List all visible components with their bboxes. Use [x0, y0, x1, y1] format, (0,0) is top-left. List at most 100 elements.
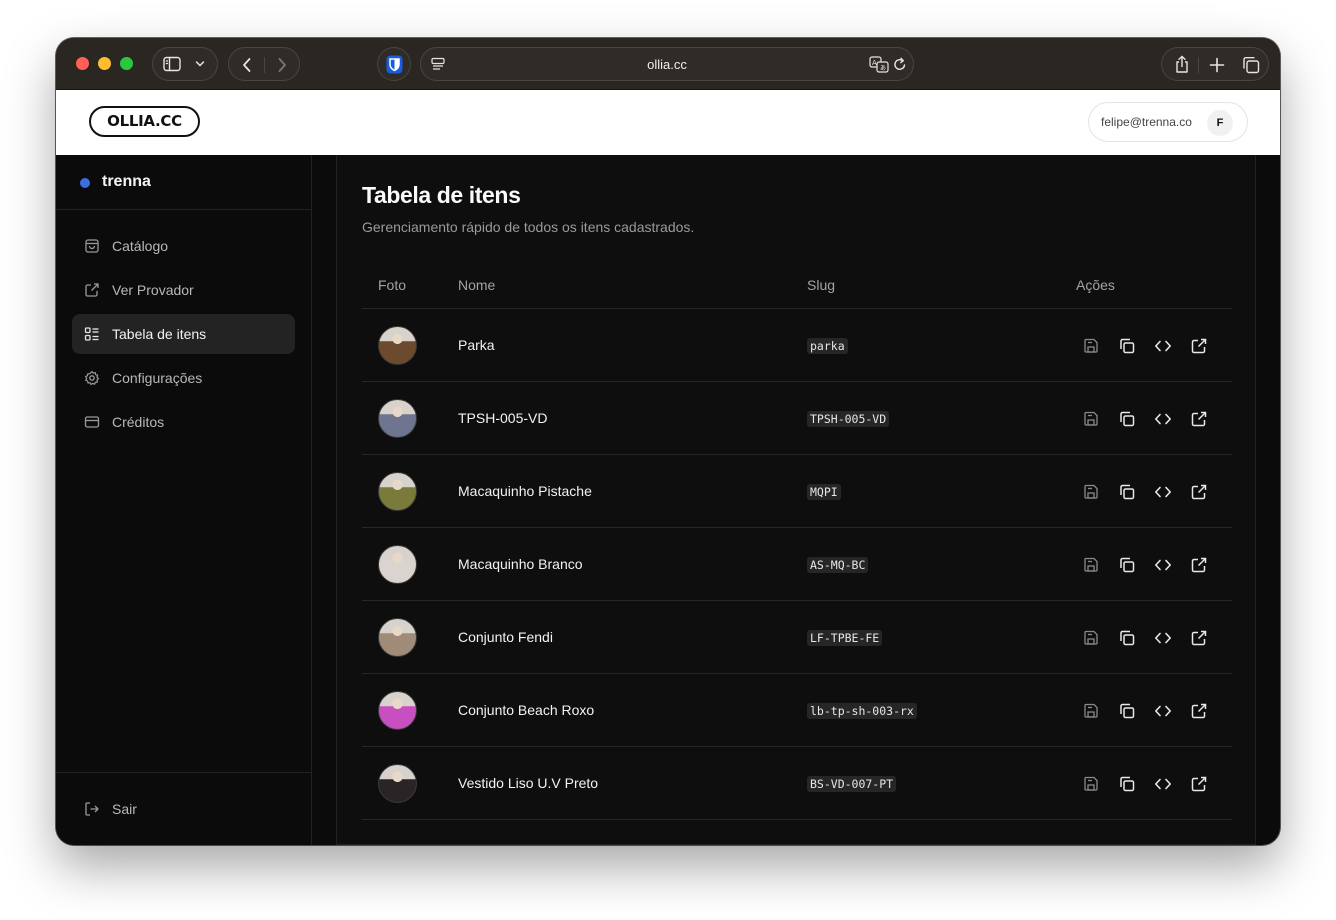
copy-button[interactable] — [1118, 410, 1136, 428]
sidebar-item-label: Créditos — [112, 414, 165, 430]
organization-switcher[interactable]: trenna — [56, 155, 311, 210]
bitwarden-extension-button[interactable] — [377, 47, 411, 81]
tab-overview-icon[interactable] — [1242, 56, 1260, 74]
item-slug: BS-VD-007-PT — [807, 776, 897, 792]
shield-icon — [386, 55, 403, 74]
logout-icon — [85, 802, 99, 816]
sidebar-item-label: Tabela de itens — [112, 326, 207, 342]
embed-code-button[interactable] — [1154, 775, 1172, 793]
external-link-icon — [1190, 337, 1208, 355]
save-button[interactable] — [1082, 483, 1100, 501]
column-header-foto: Foto — [378, 277, 407, 293]
copy-icon — [1118, 410, 1136, 428]
column-header-acoes: Ações — [1076, 277, 1115, 293]
sidebar-item-catalogo[interactable]: Catálogo — [72, 226, 295, 266]
open-link-button[interactable] — [1190, 410, 1208, 428]
item-photo — [378, 399, 417, 438]
reload-icon[interactable] — [893, 57, 907, 72]
save-icon — [1082, 775, 1100, 793]
save-button[interactable] — [1082, 337, 1100, 355]
code-icon — [1154, 702, 1172, 720]
save-button[interactable] — [1082, 410, 1100, 428]
external-link-icon — [85, 283, 99, 297]
forward-icon[interactable] — [276, 56, 288, 74]
save-icon — [1082, 483, 1100, 501]
save-button[interactable] — [1082, 629, 1100, 647]
copy-button[interactable] — [1118, 629, 1136, 647]
open-link-button[interactable] — [1190, 629, 1208, 647]
browser-toolbar: ollia.cc A あ — [56, 38, 1280, 90]
avatar: F — [1207, 110, 1233, 136]
back-icon[interactable] — [241, 56, 253, 74]
close-window-button[interactable] — [76, 57, 89, 70]
organization-status-dot — [80, 178, 90, 188]
share-icon[interactable] — [1174, 55, 1190, 74]
sidebar-toggle-button[interactable] — [152, 47, 218, 81]
code-icon — [1154, 410, 1172, 428]
copy-button[interactable] — [1118, 483, 1136, 501]
copy-button[interactable] — [1118, 337, 1136, 355]
column-header-nome: Nome — [458, 277, 496, 293]
embed-code-button[interactable] — [1154, 556, 1172, 574]
external-link-icon — [1190, 410, 1208, 428]
table-row: Conjunto Beach Roxo lb-tp-sh-003-rx — [362, 674, 1232, 747]
address-bar[interactable]: ollia.cc A あ — [420, 47, 914, 81]
zoom-window-button[interactable] — [120, 57, 133, 70]
embed-code-button[interactable] — [1154, 483, 1172, 501]
item-photo — [378, 472, 417, 511]
save-button[interactable] — [1082, 775, 1100, 793]
open-link-button[interactable] — [1190, 702, 1208, 720]
copy-icon — [1118, 702, 1136, 720]
save-icon — [1082, 702, 1100, 720]
list-icon — [84, 327, 99, 341]
copy-button[interactable] — [1118, 775, 1136, 793]
organization-name: trenna — [102, 173, 151, 190]
translate-icon[interactable]: A あ — [869, 56, 889, 73]
embed-code-button[interactable] — [1154, 702, 1172, 720]
code-icon — [1154, 483, 1172, 501]
save-button[interactable] — [1082, 556, 1100, 574]
sidebar-item-configuracoes[interactable]: Configurações — [72, 358, 295, 398]
svg-text:A: A — [872, 59, 877, 67]
code-icon — [1154, 629, 1172, 647]
minimize-window-button[interactable] — [98, 57, 111, 70]
code-icon — [1154, 337, 1172, 355]
sidebar-item-ver-provador[interactable]: Ver Provador — [72, 270, 295, 310]
copy-icon — [1118, 556, 1136, 574]
item-name: Conjunto Fendi — [458, 629, 553, 645]
new-tab-icon[interactable] — [1209, 57, 1225, 73]
page-subtitle: Gerenciamento rápido de todos os itens c… — [362, 219, 695, 235]
external-link-icon — [1190, 556, 1208, 574]
table-row: Parka parka — [362, 309, 1232, 382]
embed-code-button[interactable] — [1154, 410, 1172, 428]
logo[interactable]: OLLIA.CC — [89, 106, 200, 137]
logout-button[interactable]: Sair — [72, 789, 295, 829]
item-photo — [378, 545, 417, 584]
item-slug: lb-tp-sh-003-rx — [807, 703, 917, 719]
items-table: Foto Nome Slug Ações Parka parka TPSH-005-… — [362, 263, 1232, 820]
item-photo — [378, 764, 417, 803]
open-link-button[interactable] — [1190, 775, 1208, 793]
sidebar-item-tabela-de-itens[interactable]: Tabela de itens — [72, 314, 295, 354]
open-link-button[interactable] — [1190, 483, 1208, 501]
item-photo — [378, 691, 417, 730]
sidebar-item-label: Ver Provador — [112, 282, 194, 298]
save-button[interactable] — [1082, 702, 1100, 720]
external-link-icon — [1190, 483, 1208, 501]
open-link-button[interactable] — [1190, 556, 1208, 574]
table-header: Foto Nome Slug Ações — [362, 263, 1232, 309]
copy-button[interactable] — [1118, 702, 1136, 720]
save-icon — [1082, 629, 1100, 647]
copy-button[interactable] — [1118, 556, 1136, 574]
sidebar-footer: Sair — [56, 772, 311, 845]
copy-icon — [1118, 775, 1136, 793]
sidebar-item-creditos[interactable]: Créditos — [72, 402, 295, 442]
embed-code-button[interactable] — [1154, 337, 1172, 355]
item-name: Vestido Liso U.V Preto — [458, 775, 599, 791]
copy-icon — [1118, 483, 1136, 501]
save-icon — [1082, 337, 1100, 355]
embed-code-button[interactable] — [1154, 629, 1172, 647]
user-menu-button[interactable]: felipe@trenna.co F — [1088, 102, 1248, 142]
open-link-button[interactable] — [1190, 337, 1208, 355]
app-header: OLLIA.CC felipe@trenna.co F — [56, 90, 1280, 155]
